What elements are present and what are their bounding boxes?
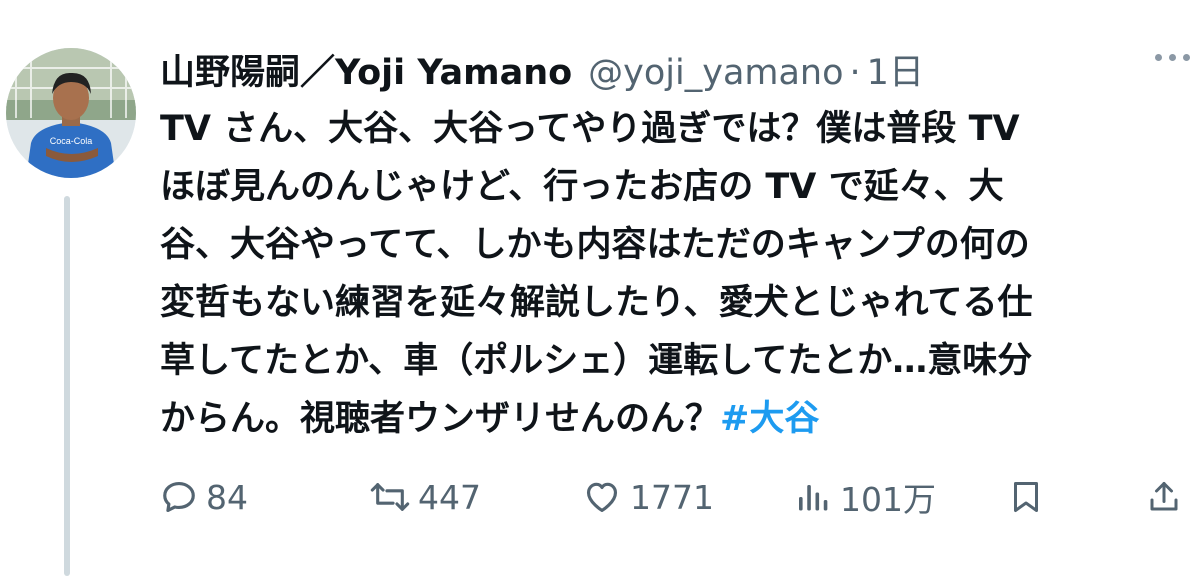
views-button[interactable]: 101万 — [796, 472, 936, 522]
reply-button[interactable]: 84 — [160, 472, 248, 522]
tweet-text-last-line: からん。視聴者ウンザリせんのん？#大谷 — [160, 390, 1190, 448]
tweet-text-segment: からん。視聴者ウンザリせんのん？ — [160, 399, 721, 439]
avatar-image: Coca-Cola — [6, 48, 136, 178]
bookmark-icon — [1014, 482, 1038, 512]
share-button[interactable] — [1146, 472, 1182, 522]
separator-dot: · — [849, 53, 861, 93]
svg-text:Coca-Cola: Coca-Cola — [50, 136, 93, 146]
avatar[interactable]: Coca-Cola — [6, 48, 136, 178]
retweet-icon — [370, 483, 410, 511]
tweet-text-line: 谷、大谷やってて、しかも内容はただのキャンプの何の — [160, 225, 1030, 265]
like-count: 1771 — [630, 477, 714, 517]
bookmark-button[interactable] — [1008, 472, 1044, 522]
views-count: 101万 — [840, 480, 936, 519]
reply-icon — [163, 481, 195, 513]
retweet-button[interactable]: 447 — [370, 472, 481, 522]
thread-line — [64, 196, 70, 576]
tweet-header: 山野陽嗣／Yoji Yamano @yoji_yamano · 1日 — [160, 44, 1190, 96]
tweet-text-line: 草してたとか、車（ポルシェ）運転してたとか…意味分 — [160, 341, 1033, 381]
reply-count: 84 — [206, 477, 248, 517]
action-bar: 84 447 1771 101万 — [160, 472, 1190, 522]
user-handle[interactable]: @yoji_yamano — [588, 53, 843, 93]
tweet-text: TV さん、大谷、大谷ってやり過ぎでは？僕は普段 TV ほぼ見んのんじゃけど、行… — [160, 100, 1190, 448]
display-name[interactable]: 山野陽嗣／Yoji Yamano — [160, 44, 572, 95]
like-button[interactable]: 1771 — [582, 472, 714, 522]
tweet-content: 山野陽嗣／Yoji Yamano @yoji_yamano · 1日 TV さん… — [160, 44, 1190, 448]
heart-icon — [586, 482, 618, 513]
tweet[interactable]: Coca-Cola 山野陽嗣／Yoji Yamano @yoji_yamano … — [0, 0, 1204, 584]
more-options-icon[interactable] — [1155, 54, 1190, 61]
share-icon — [1150, 482, 1178, 511]
retweet-count: 447 — [418, 477, 481, 517]
tweet-text-line: ほぼ見んのんじゃけど、行ったお店の TV で延々、大 — [160, 167, 1004, 207]
tweet-text-line: 変哲もない練習を延々解説したり、愛犬とじゃれてる仕 — [160, 283, 1033, 323]
timestamp[interactable]: 1日 — [867, 44, 924, 95]
views-icon — [799, 485, 828, 511]
tweet-text-line: TV さん、大谷、大谷ってやり過ぎでは？僕は普段 TV — [160, 109, 1020, 149]
hashtag-link[interactable]: #大谷 — [720, 399, 819, 439]
